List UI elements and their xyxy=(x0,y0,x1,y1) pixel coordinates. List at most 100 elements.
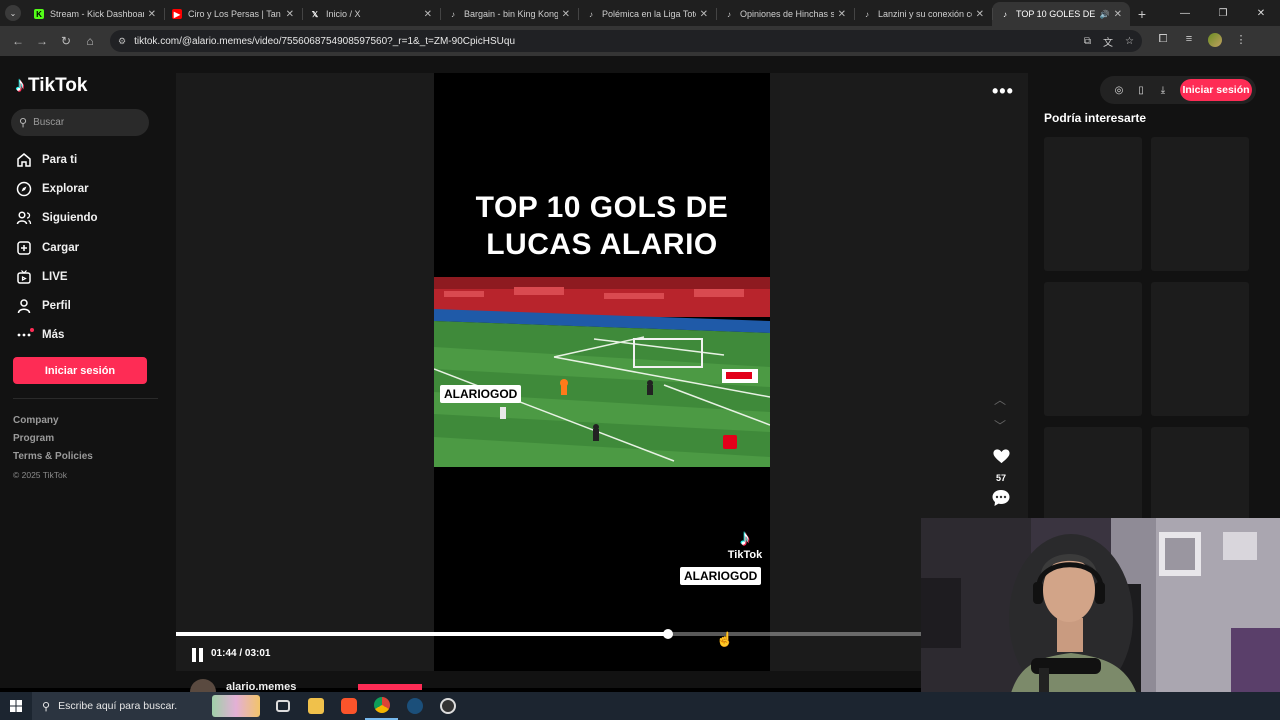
obs-icon[interactable] xyxy=(431,692,464,720)
close-icon[interactable]: ✕ xyxy=(700,9,708,20)
kebab-menu-icon[interactable]: ⋮ xyxy=(1228,33,1254,50)
sidebar-item-para-ti[interactable]: Para ti xyxy=(15,145,98,174)
tab-title: Polémica en la Liga Totoro xyxy=(602,9,696,19)
recommended-video-card[interactable] xyxy=(1044,282,1142,416)
speaker-icon[interactable]: 🔊 xyxy=(1100,10,1110,19)
close-icon[interactable]: ✕ xyxy=(1114,9,1122,20)
close-window-icon[interactable]: ✕ xyxy=(1242,0,1280,26)
chevron-up-icon[interactable]: ︿ xyxy=(994,391,1006,408)
new-tab-button[interactable]: + xyxy=(1130,2,1154,26)
browser-tab[interactable]: K Stream - Kick Dashboard ✕ xyxy=(26,2,164,26)
kick-icon: K xyxy=(34,9,44,19)
windows-start-icon[interactable] xyxy=(0,692,32,720)
media-icon[interactable]: ≡ xyxy=(1176,33,1202,50)
install-icon[interactable]: ⧉ xyxy=(1084,36,1091,47)
comment-icon[interactable] xyxy=(991,489,1011,507)
chevron-down-icon: ⌄ xyxy=(5,5,21,21)
sidebar-item-label: Siguiendo xyxy=(42,212,98,225)
reload-icon[interactable]: ↻ xyxy=(54,29,78,53)
close-icon[interactable]: ✕ xyxy=(838,9,846,20)
extensions-icon[interactable]: ⧠ xyxy=(1150,33,1176,50)
footer-link-company[interactable]: Company xyxy=(13,412,93,430)
restore-icon[interactable]: ❐ xyxy=(1204,0,1242,26)
tab-title: Opiniones de Hinchas sob xyxy=(740,9,834,19)
sidebar-item-perfil[interactable]: Perfil xyxy=(15,291,98,320)
search-box[interactable]: ⚲ xyxy=(11,109,149,136)
task-view-icon[interactable] xyxy=(266,692,299,720)
phone-icon[interactable]: ▯ xyxy=(1130,85,1152,96)
youtube-icon: ▶ xyxy=(172,9,182,19)
brave-browser-icon[interactable] xyxy=(332,692,365,720)
browser-tab[interactable]: ♪ Bargain - bin King Kong.# ✕ xyxy=(440,2,578,26)
sidebar-item-live[interactable]: LIVE xyxy=(15,262,98,291)
author-row: alario.memes xyxy=(176,671,921,705)
search-input[interactable] xyxy=(33,117,134,128)
close-icon[interactable]: ✕ xyxy=(148,9,156,20)
video-player[interactable]: TOP 10 GOLS DE LUCAS ALARIO ALARIOGOD ♪ … xyxy=(176,73,1028,671)
login-button-top[interactable]: Iniciar sesión xyxy=(1180,79,1252,101)
chevron-down-icon[interactable]: ﹀ xyxy=(994,417,1006,434)
pause-icon[interactable] xyxy=(192,648,204,662)
follow-button[interactable] xyxy=(358,684,422,690)
recommended-video-card[interactable] xyxy=(1151,137,1249,271)
sidebar-nav: Para ti Explorar Siguiendo Cargar LIVE P… xyxy=(15,145,98,350)
browser-tab[interactable]: ♪ Opiniones de Hinchas sob ✕ xyxy=(716,2,854,26)
recommended-video-card[interactable] xyxy=(1151,282,1249,416)
sidebar-item-mas[interactable]: Más xyxy=(15,321,98,350)
browser-tab[interactable]: 𝕏 Inicio / X ✕ xyxy=(302,2,440,26)
chrome-icon[interactable] xyxy=(365,692,398,720)
upload-icon xyxy=(15,239,33,257)
bookmark-star-icon[interactable]: ☆ xyxy=(1125,36,1134,47)
progress-scrubber-handle[interactable] xyxy=(662,629,673,639)
taskbar-search[interactable]: ⚲ Escribe aquí para buscar. xyxy=(32,692,260,720)
title-line: TOP 10 GOLS DE xyxy=(475,191,729,224)
football-clip xyxy=(434,277,770,467)
close-icon[interactable]: ✕ xyxy=(286,9,294,20)
login-button[interactable]: Iniciar sesión xyxy=(13,357,147,384)
back-icon[interactable]: ← xyxy=(6,29,30,53)
tab-search-button[interactable]: ⌄ xyxy=(0,0,26,26)
browser-tab[interactable]: ▶ Ciro y Los Persas | Tan Solo ✕ xyxy=(164,2,302,26)
more-options-icon[interactable]: ••• xyxy=(992,81,1014,102)
profile-avatar[interactable] xyxy=(1202,32,1228,50)
like-button[interactable] xyxy=(991,447,1011,471)
mouse-pointer-icon: ☝ xyxy=(716,631,734,647)
download-icon[interactable]: ⤓ xyxy=(1152,85,1174,96)
sidebar-item-siguiendo[interactable]: Siguiendo xyxy=(15,204,98,233)
compass-icon[interactable]: ◎ xyxy=(1108,85,1130,96)
forward-icon[interactable]: → xyxy=(30,29,54,53)
steam-icon[interactable] xyxy=(398,692,431,720)
home-icon xyxy=(15,151,33,169)
video-progress-bar[interactable] xyxy=(176,629,1028,639)
close-icon[interactable]: ✕ xyxy=(424,9,432,20)
browser-tab-active[interactable]: ♪ TOP 10 GOLES DE LU 🔊 ✕ xyxy=(992,2,1130,26)
tab-title: Ciro y Los Persas | Tan Solo xyxy=(188,9,282,19)
url-text[interactable]: tiktok.com/@alario.memes/video/755606875… xyxy=(134,36,1072,47)
browser-tab[interactable]: ♪ Lanzini y su conexión con ✕ xyxy=(854,2,992,26)
like-count: 57 xyxy=(995,473,1006,483)
sidebar-item-explorar[interactable]: Explorar xyxy=(15,174,98,203)
tab-title: Bargain - bin King Kong.# xyxy=(464,9,558,19)
recommended-video-card[interactable] xyxy=(1044,137,1142,271)
tab-title: Stream - Kick Dashboard xyxy=(50,9,144,19)
site-info-icon[interactable]: ⚙ xyxy=(118,36,126,47)
browser-tab[interactable]: ♪ Polémica en la Liga Totoro ✕ xyxy=(578,2,716,26)
translate-icon[interactable]: 文 xyxy=(1103,34,1113,49)
footer-link-program[interactable]: Program xyxy=(13,430,93,448)
sidebar-footer: Company Program Terms & Policies © 2025 … xyxy=(13,412,93,484)
close-icon[interactable]: ✕ xyxy=(562,9,570,20)
video-frame[interactable]: TOP 10 GOLS DE LUCAS ALARIO ALARIOGOD ♪ … xyxy=(434,73,770,671)
sidebar-item-cargar[interactable]: Cargar xyxy=(15,233,98,262)
divider xyxy=(13,398,158,399)
recommended-heading: Podría interesarte xyxy=(1044,111,1147,125)
close-icon[interactable]: ✕ xyxy=(976,9,984,20)
footer-link-terms[interactable]: Terms & Policies xyxy=(13,448,93,466)
address-bar[interactable]: ⚙ tiktok.com/@alario.memes/video/7556068… xyxy=(110,30,1142,52)
tiktok-logo[interactable]: ♪ TikTok xyxy=(15,74,87,97)
player-background xyxy=(176,73,434,671)
minimize-icon[interactable]: — xyxy=(1166,0,1204,26)
home-icon[interactable]: ⌂ xyxy=(78,29,102,53)
file-explorer-icon[interactable] xyxy=(299,692,332,720)
video-caption-title: TOP 10 GOLS DE LUCAS ALARIO xyxy=(434,189,770,263)
search-icon: ⚲ xyxy=(19,117,28,129)
